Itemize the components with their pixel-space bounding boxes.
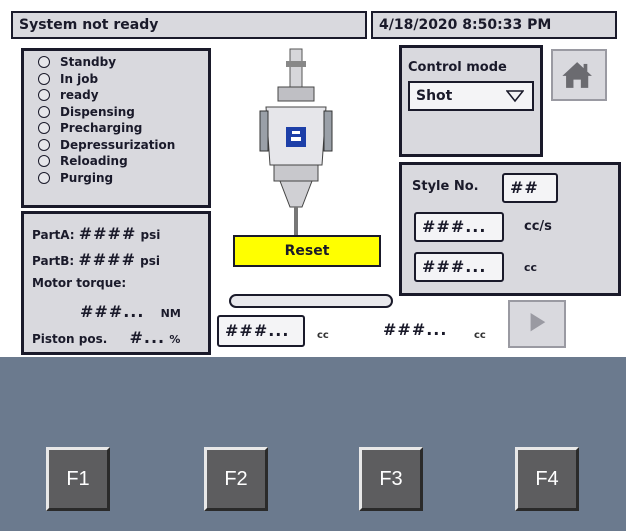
piston-value: #... <box>129 328 166 347</box>
flow-rate-field[interactable]: ###... <box>414 212 504 242</box>
torque-label: Motor torque: <box>32 276 127 290</box>
volume-field-1[interactable]: ###... <box>217 315 305 347</box>
style-panel: Style No. ## ###... cc/s ###... cc <box>399 162 621 296</box>
f2-key[interactable]: F2 <box>204 447 268 511</box>
f3-key[interactable]: F3 <box>359 447 423 511</box>
home-icon <box>562 62 592 88</box>
chevron-down-icon <box>506 90 524 103</box>
system-status: System not ready <box>11 11 367 39</box>
control-mode-panel: Control mode Shot <box>399 45 543 157</box>
volume-unit-1: cc <box>317 330 329 341</box>
hmi-screen: System not ready 4/18/2020 8:50:33 PM St… <box>0 0 626 531</box>
radio-indicator <box>38 138 50 151</box>
f1-key[interactable]: F1 <box>46 447 110 511</box>
dispense-progress-bar <box>229 294 393 308</box>
partb-row: PartB: #### psi <box>32 250 161 269</box>
volume-unit-2: cc <box>474 330 486 341</box>
volume-field[interactable]: ###... <box>414 252 504 282</box>
style-no-label: Style No. <box>412 179 479 194</box>
radio-indicator <box>38 155 50 168</box>
state-reloading: Reloading <box>38 153 208 170</box>
state-ready: ready <box>38 87 208 104</box>
control-mode-title: Control mode <box>408 60 507 75</box>
radio-indicator <box>38 72 50 85</box>
parta-value: #### <box>78 224 137 243</box>
play-icon <box>530 313 546 332</box>
partb-value: #### <box>78 250 136 269</box>
state-dispensing: Dispensing <box>38 104 208 121</box>
datetime-display: 4/18/2020 8:50:33 PM <box>371 11 617 39</box>
state-standby: Standby <box>38 54 208 71</box>
home-button[interactable] <box>551 49 607 101</box>
start-button[interactable] <box>508 300 566 348</box>
state-list: Standby In job ready Dispensing Precharg… <box>21 48 211 208</box>
flow-rate-unit: cc/s <box>524 219 552 234</box>
style-no-field[interactable]: ## <box>502 173 558 203</box>
radio-indicator <box>38 122 50 135</box>
radio-indicator <box>38 56 50 69</box>
radio-indicator <box>38 105 50 118</box>
reset-button[interactable]: Reset <box>233 235 381 267</box>
volume-value-2: ###... <box>383 320 448 339</box>
state-precharging: Precharging <box>38 120 208 137</box>
f4-key[interactable]: F4 <box>515 447 579 511</box>
state-purging: Purging <box>38 170 208 187</box>
dispense-valve-image <box>259 48 333 235</box>
torque-row: ###... NM <box>80 302 181 321</box>
main-content: Standby In job ready Dispensing Precharg… <box>11 39 621 357</box>
state-in-job: In job <box>38 71 208 88</box>
control-mode-select[interactable]: Shot <box>408 81 534 111</box>
radio-indicator <box>38 171 50 184</box>
pressure-panel: PartA: #### psi PartB: #### psi Motor to… <box>21 211 211 355</box>
torque-value: ###... <box>80 302 145 321</box>
piston-row: Piston pos. #... % <box>32 328 181 347</box>
state-depressurization: Depressurization <box>38 137 208 154</box>
parta-row: PartA: #### psi <box>32 224 161 243</box>
radio-indicator <box>38 89 50 102</box>
volume-unit: cc <box>524 261 538 274</box>
